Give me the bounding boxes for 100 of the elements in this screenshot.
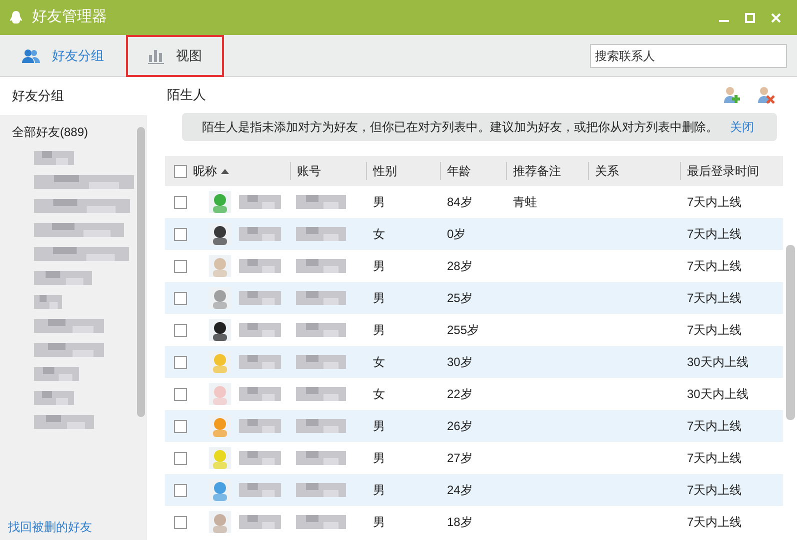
bar-chart-icon bbox=[148, 48, 164, 64]
table-cell-text: 7天内上线 bbox=[686, 418, 743, 435]
table-cell-text: 女 bbox=[372, 226, 386, 243]
section-title: 陌生人 bbox=[167, 86, 206, 104]
row-checkbox[interactable] bbox=[174, 292, 187, 304]
blurred-text bbox=[239, 259, 281, 273]
column-header[interactable]: 关系 bbox=[595, 162, 619, 180]
column-header[interactable]: 推荐备注 bbox=[513, 162, 561, 180]
row-checkbox[interactable] bbox=[174, 356, 187, 368]
close-icon[interactable] bbox=[771, 12, 781, 22]
blurred-text bbox=[239, 323, 281, 337]
add-contact-icon[interactable] bbox=[723, 86, 741, 104]
column-header[interactable]: 昵称 bbox=[193, 162, 217, 180]
table-row[interactable]: 女 30岁 30天内上线 bbox=[165, 346, 783, 378]
table-cell-text: 7天内上线 bbox=[686, 482, 743, 499]
blurred-text bbox=[296, 259, 346, 273]
penguin-icon bbox=[8, 10, 24, 26]
row-checkbox[interactable] bbox=[174, 516, 187, 528]
table-cell: 青蛙 bbox=[513, 195, 537, 209]
blurred-text bbox=[296, 291, 346, 305]
table-cell-text: 7天内上线 bbox=[686, 226, 743, 243]
table-cell-text: 84岁 bbox=[446, 194, 474, 211]
blurred-text bbox=[239, 451, 281, 465]
blurred-text bbox=[34, 343, 104, 357]
restore-deleted-link[interactable]: 找回被删的好友 bbox=[0, 518, 147, 540]
search-field[interactable]: 搜索联系人 bbox=[590, 44, 787, 68]
blurred-text bbox=[296, 515, 346, 529]
window-title: 好友管理器 bbox=[32, 7, 107, 28]
table-row[interactable]: 男 26岁 7天内上线 bbox=[165, 410, 783, 442]
blurred-text bbox=[34, 271, 92, 285]
table-cell-text: 女 bbox=[372, 354, 386, 371]
table-cell-text: 男 bbox=[372, 258, 386, 275]
blurred-text bbox=[239, 483, 281, 497]
blurred-text bbox=[296, 483, 346, 497]
blurred-text bbox=[34, 367, 79, 381]
table-cell-text: 28岁 bbox=[446, 258, 474, 275]
blurred-text bbox=[239, 355, 281, 369]
blurred-text bbox=[34, 415, 94, 429]
table-cell-text: 30天内上线 bbox=[686, 386, 750, 403]
table-cell-text: 24岁 bbox=[446, 482, 474, 499]
row-checkbox[interactable] bbox=[174, 452, 187, 464]
scrollbar[interactable] bbox=[786, 245, 795, 420]
blurred-text bbox=[34, 295, 62, 309]
table-cell-text: 30岁 bbox=[446, 354, 474, 371]
blurred-text bbox=[296, 355, 346, 369]
blurred-text bbox=[239, 227, 281, 241]
table-cell-text: 26岁 bbox=[446, 418, 474, 435]
table-cell-text: 18岁 bbox=[446, 514, 474, 531]
table-row[interactable]: 男 25岁 7天内上线 bbox=[165, 282, 783, 314]
blurred-text bbox=[34, 319, 104, 333]
column-header[interactable]: 年龄 bbox=[447, 162, 471, 180]
blurred-text bbox=[239, 387, 281, 401]
row-checkbox[interactable] bbox=[174, 260, 187, 272]
row-checkbox[interactable] bbox=[174, 420, 187, 432]
table-cell-text: 30天内上线 bbox=[686, 354, 750, 371]
blurred-text bbox=[296, 419, 346, 433]
table-row[interactable]: 男 24岁 7天内上线 bbox=[165, 474, 783, 506]
maximize-icon[interactable] bbox=[745, 12, 755, 22]
row-checkbox[interactable] bbox=[174, 484, 187, 496]
notice-text: 陌生人是指未添加对方为好友，但你已在对方列表中。建议加为好友，或把你从对方列表中删除。 bbox=[202, 119, 718, 136]
blurred-text bbox=[239, 291, 281, 305]
tab[interactable]: 视图 bbox=[126, 34, 224, 76]
table-cell-text: 7天内上线 bbox=[686, 322, 743, 339]
blurred-text bbox=[296, 387, 346, 401]
table-cell-text: 男 bbox=[372, 322, 386, 339]
table-cell-text: 女 bbox=[372, 386, 386, 403]
table-cell-text: 25岁 bbox=[446, 290, 474, 307]
table-cell-text: 27岁 bbox=[446, 450, 474, 467]
blurred-text bbox=[296, 323, 346, 337]
blurred-text bbox=[34, 391, 74, 405]
blurred-text bbox=[239, 515, 281, 529]
row-checkbox[interactable] bbox=[174, 228, 187, 240]
blurred-text bbox=[239, 195, 281, 209]
blurred-text bbox=[296, 195, 346, 209]
delete-contact-icon[interactable] bbox=[757, 86, 775, 104]
column-header[interactable]: 账号 bbox=[297, 162, 321, 180]
sort-up-icon bbox=[221, 168, 229, 174]
table-cell-text: 男 bbox=[372, 418, 386, 435]
scrollbar[interactable] bbox=[137, 127, 145, 417]
table-cell-text: 男 bbox=[372, 450, 386, 467]
table-cell-text: 0岁 bbox=[446, 226, 467, 243]
blurred-text bbox=[34, 151, 74, 165]
row-checkbox[interactable] bbox=[174, 388, 187, 400]
row-checkbox[interactable] bbox=[174, 196, 187, 208]
select-all-checkbox[interactable] bbox=[174, 164, 187, 178]
table-cell-text: 22岁 bbox=[446, 386, 474, 403]
column-header[interactable]: 性别 bbox=[373, 162, 397, 180]
blurred-text bbox=[239, 419, 281, 433]
table-row[interactable]: 女 0岁 7天内上线 bbox=[165, 218, 783, 250]
table-cell-text: 7天内上线 bbox=[686, 290, 743, 307]
group-item[interactable]: 全部好友(889) bbox=[12, 123, 147, 141]
column-header[interactable]: 最后登录时间 bbox=[687, 162, 759, 180]
table-cell-text: 7天内上线 bbox=[686, 514, 743, 531]
table-cell-text: 男 bbox=[372, 482, 386, 499]
table-cell-text: 255岁 bbox=[446, 322, 480, 339]
table-cell-text: 男 bbox=[372, 290, 386, 307]
tab[interactable]: 好友分组 bbox=[0, 34, 126, 76]
table-cell-text: 7天内上线 bbox=[686, 194, 743, 211]
table-cell-text: 男 bbox=[372, 514, 386, 531]
row-checkbox[interactable] bbox=[174, 324, 187, 336]
